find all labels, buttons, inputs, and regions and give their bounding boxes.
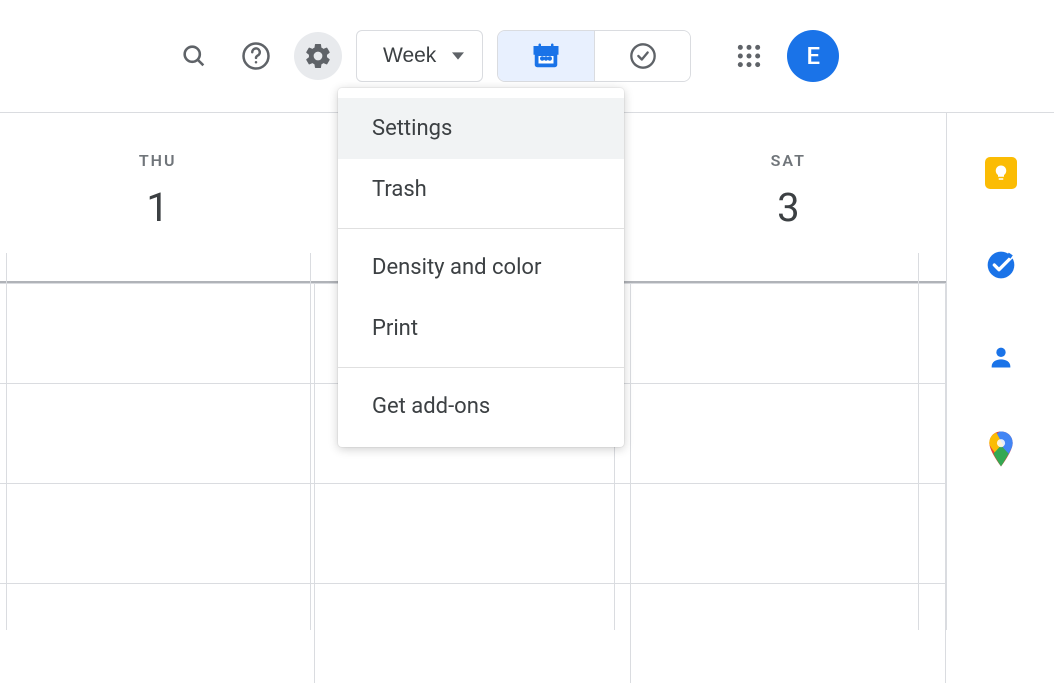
tasks-app[interactable] — [983, 247, 1019, 283]
calendar-toggle[interactable] — [498, 31, 594, 81]
apps-grid-icon — [736, 43, 762, 69]
search-button[interactable] — [170, 32, 218, 80]
grid-row[interactable] — [0, 583, 946, 683]
grid-row[interactable] — [0, 483, 946, 583]
menu-item-trash[interactable]: Trash — [338, 159, 624, 220]
menu-divider — [338, 228, 624, 229]
gear-icon — [303, 41, 333, 71]
chevron-down-icon — [452, 50, 464, 62]
help-button[interactable] — [232, 32, 280, 80]
search-icon — [180, 42, 208, 70]
maps-pin-icon — [987, 431, 1015, 467]
view-selector[interactable]: Week — [356, 30, 483, 82]
avatar[interactable]: E — [787, 30, 839, 82]
tasks-icon — [985, 249, 1017, 281]
menu-item-addons[interactable]: Get add-ons — [338, 376, 624, 437]
calendar-icon — [531, 41, 561, 71]
day-name: THU — [0, 151, 315, 170]
toggle-group — [497, 30, 691, 82]
help-icon — [241, 41, 271, 71]
keep-icon — [985, 157, 1017, 189]
keep-app[interactable] — [983, 155, 1019, 191]
avatar-letter: E — [807, 42, 821, 70]
maps-app[interactable] — [983, 431, 1019, 467]
day-column-thu[interactable]: THU 1 — [0, 113, 315, 281]
settings-button[interactable] — [294, 32, 342, 80]
tasks-toggle[interactable] — [594, 31, 690, 81]
menu-item-print[interactable]: Print — [338, 298, 624, 359]
person-icon — [987, 343, 1015, 371]
day-column-sat[interactable]: SAT 3 — [631, 113, 946, 281]
check-circle-icon — [629, 42, 657, 70]
menu-item-settings[interactable]: Settings — [338, 98, 624, 159]
menu-divider — [338, 367, 624, 368]
day-num: 3 — [631, 184, 946, 231]
settings-dropdown: Settings Trash Density and color Print G… — [338, 88, 624, 447]
apps-button[interactable] — [725, 32, 773, 80]
menu-item-density[interactable]: Density and color — [338, 237, 624, 298]
view-label: Week — [383, 44, 436, 68]
side-panel — [946, 113, 1054, 630]
day-name: SAT — [631, 151, 946, 170]
day-num: 1 — [0, 184, 315, 231]
contacts-app[interactable] — [983, 339, 1019, 375]
